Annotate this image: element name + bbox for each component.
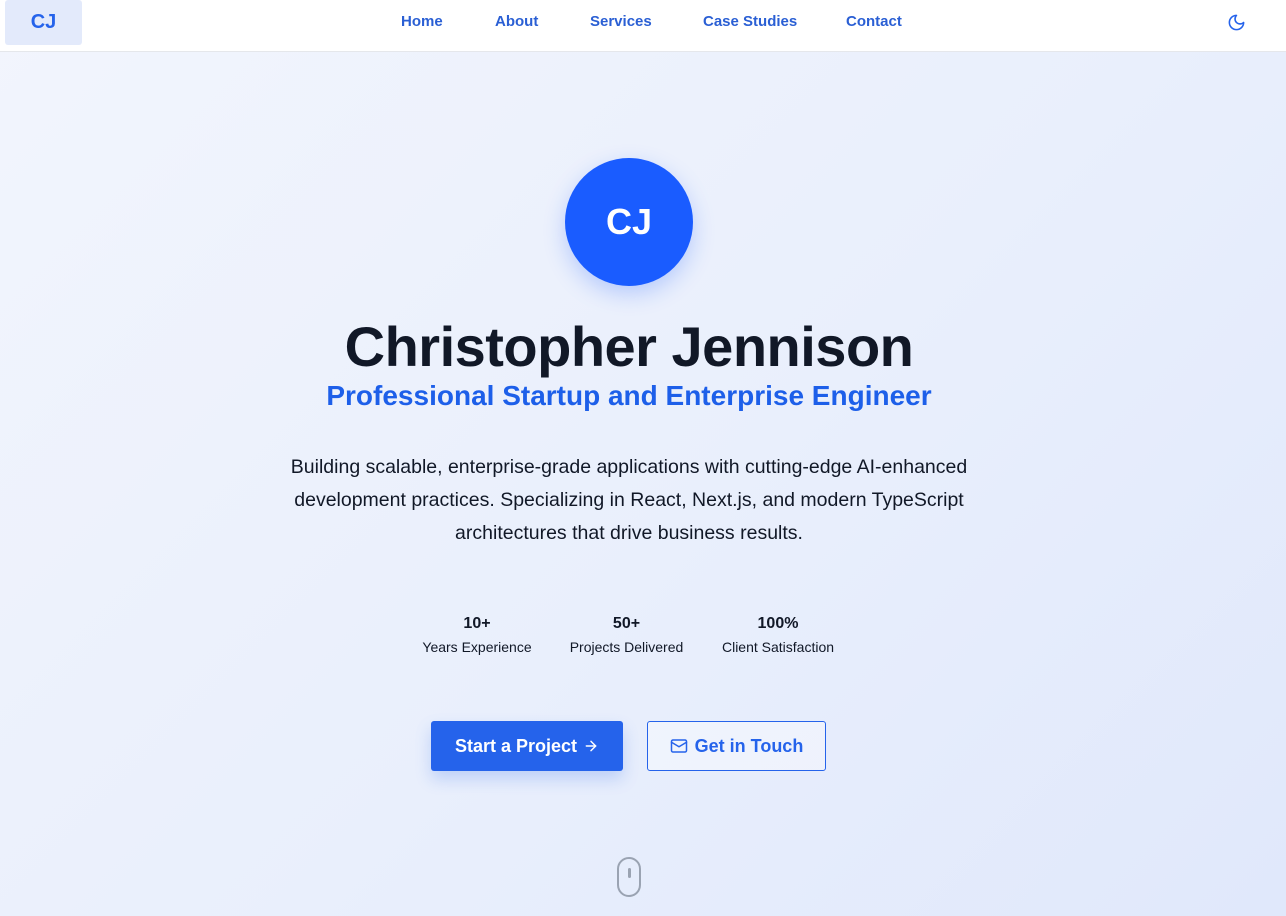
stat-label: Years Experience [422,639,532,655]
stat-value: 10+ [463,615,491,632]
stat-projects-delivered: 50+ Projects Delivered [564,612,689,658]
stat-value: 50+ [612,615,641,632]
stat-years-experience: 10+ Years Experience [417,612,537,658]
start-project-button[interactable]: Start a Project [431,721,623,771]
navbar: CJ Home About Services Case Studies Cont… [0,0,1286,52]
mouse-scroll-icon[interactable] [617,857,641,897]
stat-client-satisfaction: 100% Client Satisfaction [716,612,840,658]
mail-icon [670,739,687,753]
nav-link-services[interactable]: Services [590,13,652,30]
theme-toggle-button[interactable] [1224,10,1248,34]
nav-link-about[interactable]: About [495,13,538,30]
nav-link-contact[interactable]: Contact [846,13,902,30]
stat-value: 100% [757,615,799,632]
arrow-right-icon [585,740,597,752]
hero-subtitle: Professional Startup and Enterprise Engi… [326,380,932,411]
hero-description: Building scalable, enterprise-grade appl… [290,456,968,544]
nav-link-home[interactable]: Home [401,13,443,30]
avatar: CJ [565,158,693,286]
stat-label: Client Satisfaction [721,639,835,655]
start-project-label: Start a Project [454,735,578,756]
get-in-touch-label: Get in Touch [694,735,804,756]
scroll-wheel-dot [628,868,631,878]
main-nav: Home About Services Case Studies Contact [0,0,1286,45]
get-in-touch-button[interactable]: Get in Touch [647,721,826,771]
moon-icon [1228,14,1244,30]
nav-link-case-studies[interactable]: Case Studies [703,13,797,30]
hero-name: Christopher Jennison [344,315,914,378]
stat-label: Projects Delivered [569,639,684,655]
